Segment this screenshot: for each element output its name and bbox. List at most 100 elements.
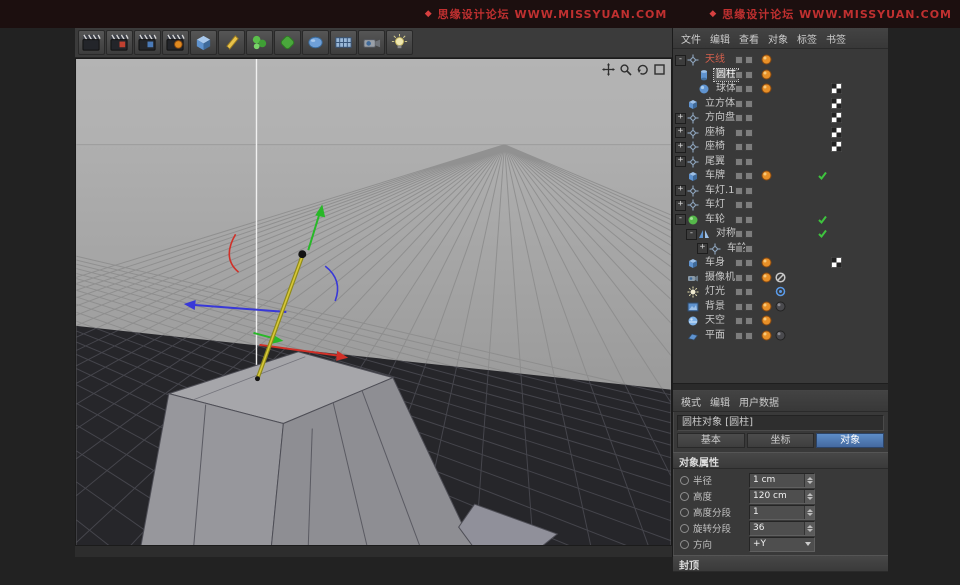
checker-tag[interactable] <box>831 112 842 123</box>
visibility-dot[interactable] <box>745 303 753 311</box>
object-label[interactable]: 车灯.1 <box>703 185 737 197</box>
tree-row[interactable]: 立方体 <box>673 97 888 112</box>
generators-green-icon[interactable] <box>246 30 273 55</box>
visibility-dot[interactable] <box>735 201 743 209</box>
object-label[interactable]: 车灯 <box>703 199 727 211</box>
tree-row[interactable]: 球体 <box>673 82 888 97</box>
visibility-dot[interactable] <box>735 332 743 340</box>
structure-grid-icon[interactable] <box>330 30 357 55</box>
scene-camera-icon[interactable] <box>358 30 385 55</box>
rotate-icon[interactable] <box>635 62 649 76</box>
expander-plus[interactable]: + <box>675 156 686 167</box>
tree-row[interactable]: 天空 <box>673 314 888 329</box>
om-menu-item-4[interactable]: 标签 <box>797 31 817 46</box>
tree-row[interactable]: +尾翼 <box>673 155 888 170</box>
tree-row[interactable]: + 车灯 <box>673 198 888 213</box>
visibility-dot[interactable] <box>745 288 753 296</box>
texture-tag[interactable] <box>761 170 772 181</box>
visibility-dot[interactable] <box>745 259 753 267</box>
checker-tag[interactable] <box>831 141 842 152</box>
keyframe-dot[interactable] <box>680 508 689 517</box>
stepper[interactable] <box>804 474 814 487</box>
tree-row[interactable]: -对称 <box>673 227 888 242</box>
visibility-dot[interactable] <box>735 230 743 238</box>
texture-tag[interactable] <box>761 272 772 283</box>
visibility-dot[interactable] <box>735 259 743 267</box>
scene-light-icon[interactable] <box>386 30 413 55</box>
visibility-dot[interactable] <box>735 303 743 311</box>
visibility-dot[interactable] <box>745 332 753 340</box>
check-tag[interactable] <box>817 214 828 225</box>
zoom-icon[interactable] <box>618 62 632 76</box>
visibility-dot[interactable] <box>745 129 753 137</box>
stepper-down-icon[interactable] <box>807 497 813 500</box>
visibility-dot[interactable] <box>745 230 753 238</box>
stepper-up-icon[interactable] <box>807 493 813 496</box>
environment-stone-icon[interactable] <box>302 30 329 55</box>
object-label[interactable]: 灯光 <box>703 286 727 298</box>
visibility-dot[interactable] <box>735 85 743 93</box>
visibility-dot[interactable] <box>745 143 753 151</box>
object-label[interactable]: 车牌 <box>703 170 727 182</box>
target-tag[interactable] <box>775 286 786 297</box>
tree-row[interactable]: 灯光 <box>673 285 888 300</box>
tree-row[interactable]: +车灯.1 <box>673 184 888 199</box>
visibility-dot[interactable] <box>745 85 753 93</box>
check-tag[interactable] <box>817 170 828 181</box>
om-menu-item-1[interactable]: 编辑 <box>710 31 730 46</box>
object-label[interactable]: 方向盘 <box>703 112 737 124</box>
texture-tag[interactable] <box>761 83 772 94</box>
visibility-dot[interactable] <box>745 71 753 79</box>
render-region-clapper-icon[interactable] <box>134 30 161 55</box>
visibility-dot[interactable] <box>735 245 743 253</box>
texture-tag[interactable] <box>761 330 772 341</box>
object-label[interactable]: 平面 <box>703 330 727 342</box>
checker-tag[interactable] <box>831 83 842 94</box>
visibility-dot[interactable] <box>735 216 743 224</box>
section-caps[interactable]: 封顶 <box>673 555 888 572</box>
texture-tag[interactable] <box>761 315 772 326</box>
visibility-dot[interactable] <box>735 172 743 180</box>
checker-tag[interactable] <box>831 127 842 138</box>
am-menu-item-2[interactable]: 用户数据 <box>739 394 779 409</box>
object-tree-empty-area[interactable] <box>673 347 888 383</box>
texture-tag[interactable] <box>761 301 772 312</box>
stepper[interactable] <box>804 522 814 535</box>
number-input[interactable]: 120 cm <box>749 489 815 504</box>
stepper-down-icon[interactable] <box>807 529 813 532</box>
om-menu-item-3[interactable]: 对象 <box>768 31 788 46</box>
visibility-dot[interactable] <box>735 187 743 195</box>
forbid-tag[interactable] <box>775 272 786 283</box>
number-input[interactable]: 36 <box>749 521 815 536</box>
render-view-clapper-icon[interactable] <box>78 30 105 55</box>
expander-minus[interactable]: - <box>675 214 686 225</box>
stepper[interactable] <box>804 506 814 519</box>
attribute-tab-1[interactable]: 坐标 <box>747 433 815 448</box>
visibility-dot[interactable] <box>745 114 753 122</box>
visibility-dot[interactable] <box>745 274 753 282</box>
visibility-dot[interactable] <box>735 114 743 122</box>
object-label[interactable]: 天空 <box>703 315 727 327</box>
stepper[interactable] <box>804 490 814 503</box>
toggle-view-icon[interactable] <box>652 62 666 76</box>
visibility-dot[interactable] <box>735 274 743 282</box>
visibility-dot[interactable] <box>735 100 743 108</box>
stepper-up-icon[interactable] <box>807 525 813 528</box>
render-picture-clapper-icon[interactable] <box>106 30 133 55</box>
stepper-up-icon[interactable] <box>807 477 813 480</box>
tree-row[interactable]: +座椅 <box>673 126 888 141</box>
tree-row[interactable]: 车身 <box>673 256 888 271</box>
check-tag[interactable] <box>817 228 828 239</box>
expander-plus[interactable]: + <box>675 200 686 211</box>
tree-row[interactable]: 背景 <box>673 300 888 315</box>
tree-row[interactable]: -车轮 <box>673 213 888 228</box>
attribute-tab-2[interactable]: 对象 <box>816 433 884 448</box>
object-label[interactable]: 天线 <box>703 54 727 66</box>
visibility-dot[interactable] <box>735 288 743 296</box>
visibility-dot[interactable] <box>745 172 753 180</box>
visibility-dot[interactable] <box>745 56 753 64</box>
tree-row[interactable]: -天线 <box>673 53 888 68</box>
tree-row[interactable]: 圆柱 <box>673 68 888 83</box>
visibility-dot[interactable] <box>745 317 753 325</box>
tree-row[interactable]: +方向盘 <box>673 111 888 126</box>
